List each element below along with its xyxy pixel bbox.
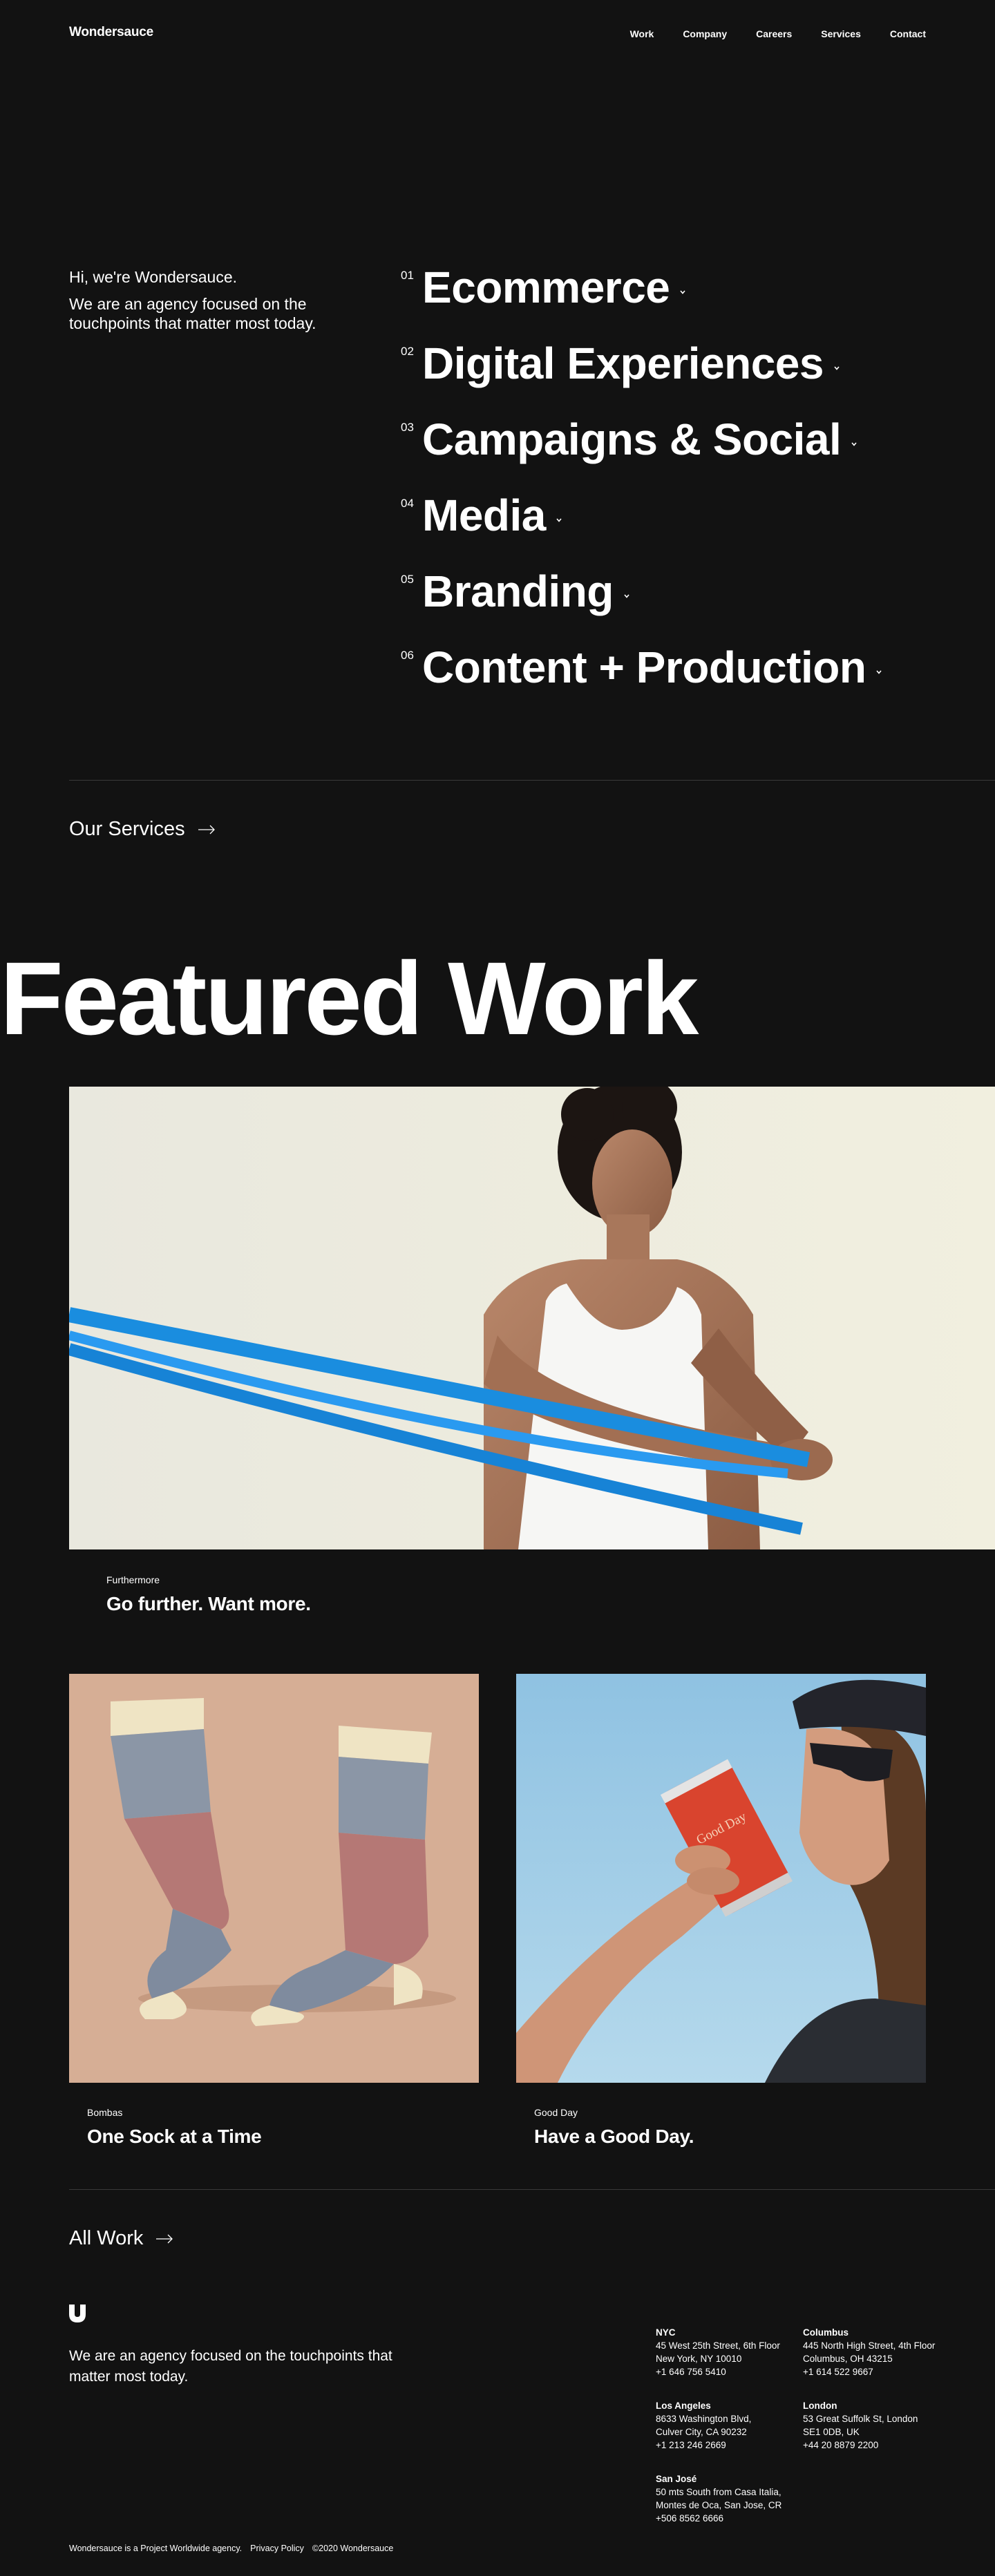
all-work-label: All Work [69, 2227, 144, 2249]
hero-intro: Hi, we're Wondersauce. We are an agency … [69, 267, 332, 333]
service-number: 04 [401, 497, 414, 510]
service-title: Branding [422, 566, 614, 616]
our-services-link[interactable]: Our Services [69, 818, 216, 841]
office-address-line: Columbus, OH 43215 [803, 2354, 893, 2364]
chevron-down-icon [556, 518, 562, 522]
footer-legal: Wondersauce is a Project Worldwide agenc… [69, 2544, 393, 2553]
office-city: Los Angeles [656, 2401, 711, 2411]
service-number: 05 [401, 573, 414, 586]
chevron-down-icon [624, 594, 629, 598]
logo[interactable]: Wondersauce [69, 25, 153, 40]
office-address-line: Montes de Oca, San Jose, CR [656, 2500, 782, 2510]
service-number: 02 [401, 345, 414, 358]
office-phone[interactable]: +1 213 246 2669 [656, 2439, 751, 2452]
service-title: Digital Experiences [422, 338, 824, 388]
service-item-campaigns-social[interactable]: 03 Campaigns & Social [401, 414, 882, 490]
all-work-link[interactable]: All Work [69, 2227, 173, 2250]
office-phone[interactable]: +1 614 522 9667 [803, 2365, 935, 2378]
copyright: ©2020 Wondersauce [312, 2544, 394, 2553]
service-item-media[interactable]: 04 Media [401, 490, 882, 566]
service-title: Ecommerce [422, 263, 670, 312]
service-title: Campaigns & Social [422, 414, 842, 464]
chevron-down-icon [876, 670, 882, 674]
wondersauce-mark-icon[interactable] [69, 2305, 86, 2322]
office-address-line: 8633 Washington Blvd, [656, 2414, 752, 2424]
hero-greeting: Hi, we're Wondersauce. [69, 268, 238, 286]
case-title[interactable]: Have a Good Day. [534, 2126, 694, 2148]
chevron-down-icon [834, 366, 840, 370]
service-item-content-production[interactable]: 06 Content + Production [401, 642, 882, 718]
privacy-policy-link[interactable]: Privacy Policy [250, 2544, 304, 2553]
footer-description: We are an agency focused on the touchpoi… [69, 2348, 392, 2385]
case-image-bombas[interactable] [69, 1674, 479, 2083]
case-image-good-day[interactable]: Good Day [516, 1674, 926, 2083]
main-nav: Work Company Careers Services Contact [630, 28, 926, 39]
arrow-right-icon [198, 825, 215, 834]
office-city: London [803, 2401, 837, 2411]
office-los-angeles: Los Angeles 8633 Washington Blvd, Culver… [656, 2399, 751, 2452]
office-city: San José [656, 2474, 697, 2484]
woman-resistance-band-image [69, 1087, 995, 1549]
office-address-line: 53 Great Suffolk St, London [803, 2414, 918, 2424]
hero-description: We are an agency focused on the touchpoi… [69, 295, 316, 332]
office-city: Columbus [803, 2327, 849, 2338]
chevron-down-icon [680, 290, 685, 294]
featured-work-title: Featured Work [0, 940, 699, 1056]
divider [69, 2189, 995, 2190]
office-address-line: New York, NY 10010 [656, 2354, 742, 2364]
case-image-furthermore[interactable] [69, 1087, 995, 1549]
office-phone[interactable]: +506 8562 6666 [656, 2512, 781, 2525]
legal-text: Wondersauce is a Project Worldwide agenc… [69, 2544, 243, 2553]
office-address-line: Culver City, CA 90232 [656, 2427, 747, 2437]
divider [69, 780, 995, 781]
service-number: 06 [401, 649, 414, 662]
nav-contact[interactable]: Contact [890, 28, 926, 39]
case-client: Good Day [534, 2107, 578, 2118]
service-number: 01 [401, 269, 414, 282]
office-address-line: SE1 0DB, UK [803, 2427, 860, 2437]
service-title: Media [422, 490, 546, 540]
office-address-line: 50 mts South from Casa Italia, [656, 2487, 781, 2497]
service-item-branding[interactable]: 05 Branding [401, 566, 882, 642]
office-london: London 53 Great Suffolk St, London SE1 0… [803, 2399, 918, 2452]
case-title[interactable]: Go further. Want more. [106, 1593, 311, 1615]
socks-image [69, 1674, 479, 2083]
case-client: Furthermore [106, 1574, 160, 1585]
case-client: Bombas [87, 2107, 123, 2118]
service-item-digital-experiences[interactable]: 02 Digital Experiences [401, 338, 882, 414]
woman-drinking-can-image: Good Day [516, 1674, 926, 2083]
nav-company[interactable]: Company [683, 28, 727, 39]
nav-work[interactable]: Work [630, 28, 654, 39]
arrow-right-icon [156, 2234, 173, 2243]
office-phone[interactable]: +44 20 8879 2200 [803, 2439, 918, 2452]
our-services-label: Our Services [69, 818, 185, 840]
service-item-ecommerce[interactable]: 01 Ecommerce [401, 263, 882, 338]
nav-services[interactable]: Services [821, 28, 861, 39]
service-title: Content + Production [422, 642, 866, 692]
office-city: NYC [656, 2327, 676, 2338]
office-address-line: 45 West 25th Street, 6th Floor [656, 2340, 780, 2351]
services-list: 01 Ecommerce 02 Digital Experiences 03 C… [401, 263, 882, 718]
office-phone[interactable]: +1 646 756 5410 [656, 2365, 780, 2378]
chevron-down-icon [851, 442, 857, 446]
office-columbus: Columbus 445 North High Street, 4th Floo… [803, 2326, 935, 2378]
nav-careers[interactable]: Careers [756, 28, 792, 39]
office-address-line: 445 North High Street, 4th Floor [803, 2340, 936, 2351]
office-san-jose: San José 50 mts South from Casa Italia, … [656, 2472, 781, 2525]
service-number: 03 [401, 421, 414, 434]
office-nyc: NYC 45 West 25th Street, 6th Floor New Y… [656, 2326, 780, 2378]
case-title[interactable]: One Sock at a Time [87, 2126, 262, 2148]
